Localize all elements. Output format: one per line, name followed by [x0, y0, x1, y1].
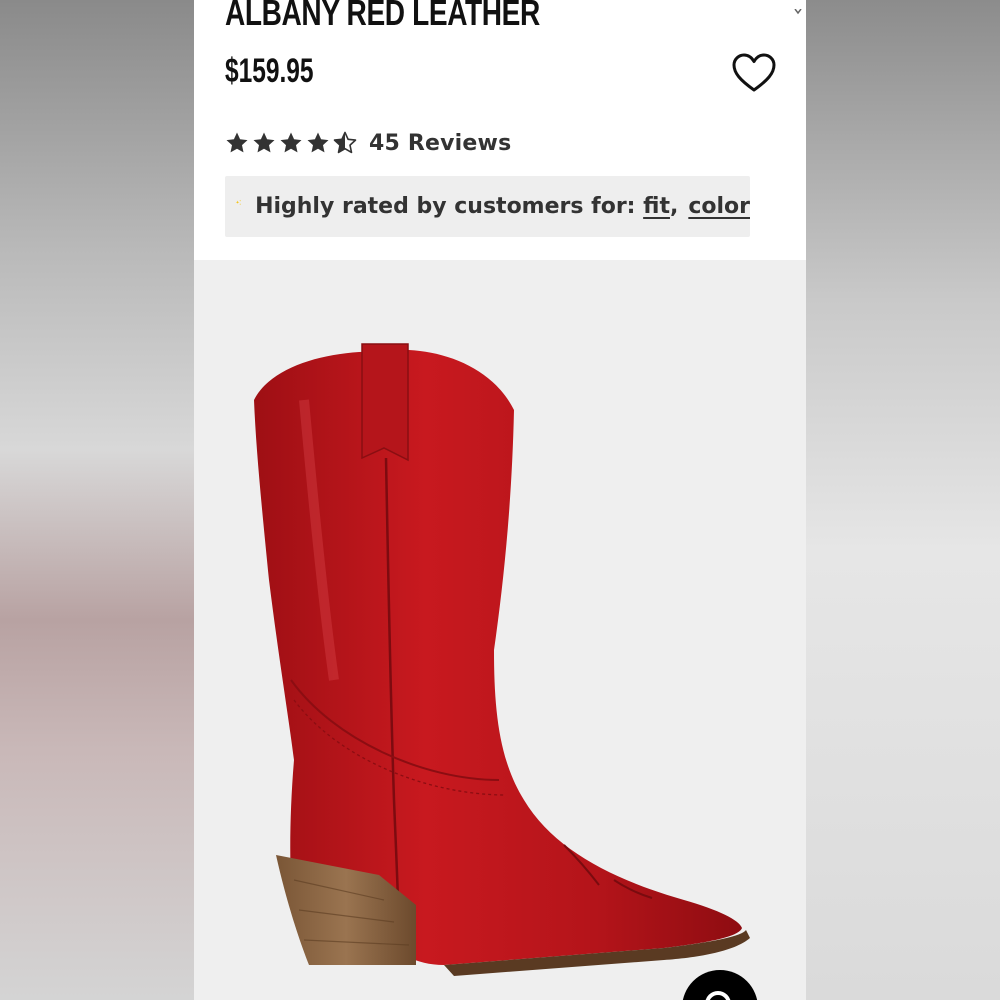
close-icon[interactable]: [794, 0, 802, 15]
product-title: ALBANY RED LEATHER: [225, 0, 540, 33]
red-cowboy-boot-image: [254, 343, 750, 976]
highlight-attribute-color[interactable]: color: [688, 194, 750, 219]
star-half-icon: [333, 131, 357, 154]
background-right: [806, 0, 1000, 1000]
sparkle-icon: [235, 199, 242, 205]
background-left: [0, 0, 194, 1000]
separator-comma: ,: [669, 194, 679, 219]
rating-stars: [225, 131, 357, 155]
zoom-button[interactable]: [682, 970, 758, 1000]
highlight-attribute-fit[interactable]: fit: [643, 194, 670, 219]
wishlist-heart-icon[interactable]: [730, 52, 778, 94]
rating-summary: 45 Reviews: [225, 128, 511, 158]
highlights-prefix: Highly rated by customers for:: [255, 194, 636, 219]
product-screen: ALBANY RED LEATHER $159.95 45 Reviews Hi…: [194, 0, 806, 1000]
star-icon: [307, 132, 329, 153]
customer-highlights-bar: Highly rated by customers for: fit, color: [225, 176, 750, 237]
star-icon: [280, 132, 302, 153]
highlights-text: Highly rated by customers for: fit, color: [255, 194, 750, 219]
reviews-link[interactable]: 45 Reviews: [369, 131, 511, 156]
product-image[interactable]: [194, 260, 806, 1000]
product-price: $159.95: [225, 52, 314, 90]
zoom-icon: [705, 991, 731, 1000]
star-icon: [253, 132, 275, 153]
star-icon: [226, 132, 248, 153]
